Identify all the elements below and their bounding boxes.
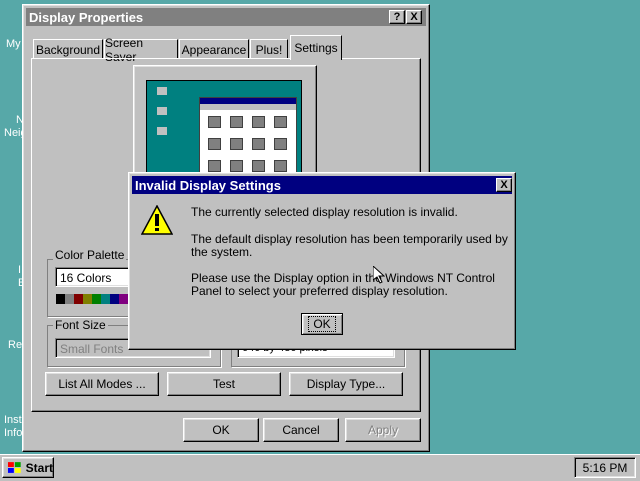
invalid-display-settings-dialog: Invalid Display Settings X The currently… (128, 172, 516, 350)
font-size-label: Font Size (53, 318, 108, 332)
desktop-icon-my-computer-label[interactable]: My (6, 38, 21, 50)
dialog-ok-label: OK (308, 316, 336, 332)
color-palette-value: 16 Colors (60, 271, 112, 285)
help-button[interactable]: ? (389, 10, 405, 24)
list-all-modes-button[interactable]: List All Modes ... (45, 372, 159, 396)
display-properties-title: Display Properties (29, 9, 144, 25)
system-tray-clock[interactable]: 5:16 PM (574, 457, 636, 478)
palette-swatch (101, 294, 110, 304)
mini-network-icon (157, 107, 167, 115)
desktop-icon-inbox-label-1[interactable]: I (18, 264, 21, 276)
desktop-icon-install-label-1[interactable]: Inst (4, 414, 22, 426)
tab-settings[interactable]: Settings (290, 35, 342, 60)
mouse-cursor-icon (373, 266, 385, 284)
palette-swatch (56, 294, 65, 304)
mini-computer-icon (157, 87, 167, 95)
dialog-message-3: Please use the Display option in the Win… (191, 271, 495, 298)
display-type-button[interactable]: Display Type... (289, 372, 403, 396)
close-button[interactable]: X (406, 10, 422, 24)
dialog-close-button[interactable]: X (496, 178, 512, 192)
mini-desktop-icons (151, 85, 167, 147)
start-button[interactable]: Start (2, 457, 54, 478)
display-properties-titlebar[interactable]: Display Properties (26, 8, 426, 26)
start-label: Start (25, 460, 53, 475)
dialog-message-1: The currently selected display resolutio… (191, 205, 458, 219)
ok-button[interactable]: OK (183, 418, 259, 442)
desktop-icon-install-label-2[interactable]: Info (4, 427, 22, 439)
test-button[interactable]: Test (167, 372, 281, 396)
tab-plus[interactable]: Plus! (250, 39, 288, 59)
monitor-screen (146, 80, 302, 187)
font-size-value: Small Fonts (60, 342, 124, 356)
dialog-message-2: The default display resolution has been … (191, 232, 508, 259)
tab-background[interactable]: Background (33, 39, 103, 59)
palette-swatch (110, 294, 119, 304)
dialog-ok-button[interactable]: OK (301, 313, 343, 335)
palette-swatch (119, 294, 128, 304)
windows-logo-icon (7, 461, 21, 473)
clock-text: 5:16 PM (582, 460, 628, 475)
tab-screen-saver[interactable]: Screen Saver (104, 36, 178, 64)
mini-recycle-icon (157, 127, 167, 135)
palette-swatch (65, 294, 74, 304)
taskbar: Start 5:16 PM (0, 454, 640, 481)
apply-button[interactable]: Apply (345, 418, 421, 442)
warning-icon (141, 205, 173, 235)
desktop-icon-recycle-bin-label[interactable]: Re (8, 339, 22, 351)
palette-swatch (74, 294, 83, 304)
dialog-title: Invalid Display Settings (135, 177, 281, 193)
palette-swatch (83, 294, 92, 304)
palette-swatch (92, 294, 101, 304)
color-palette-label: Color Palette (53, 248, 127, 262)
tab-appearance[interactable]: Appearance (179, 39, 249, 59)
cancel-button[interactable]: Cancel (263, 418, 339, 442)
dialog-titlebar[interactable]: Invalid Display Settings (132, 176, 512, 194)
monitor-preview (133, 65, 317, 189)
